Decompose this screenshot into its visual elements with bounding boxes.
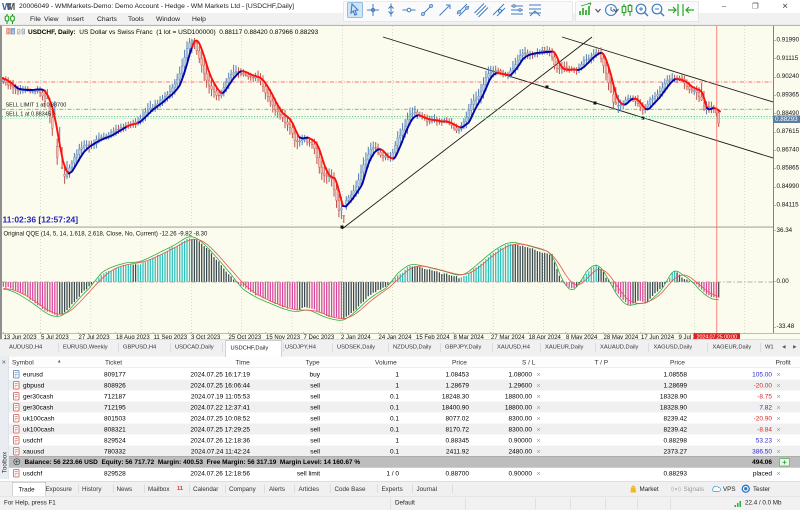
svg-text:M: M <box>7 2 15 12</box>
